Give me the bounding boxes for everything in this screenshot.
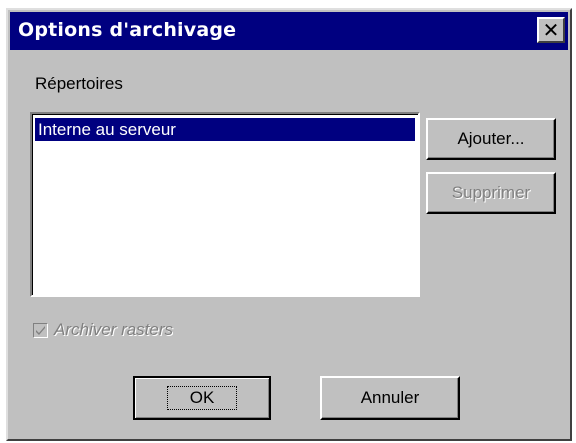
checkmark-icon (36, 325, 45, 335)
add-button-label: Ajouter... (457, 129, 525, 148)
directories-label: Répertoires (35, 74, 123, 93)
remove-button-label: Supprimer (451, 183, 531, 202)
add-button[interactable]: Ajouter... (426, 118, 556, 160)
dialog-title: Options d'archivage (18, 19, 237, 41)
close-icon: ✕ (542, 18, 560, 42)
archive-rasters-option[interactable]: Archiver rasters (33, 320, 173, 340)
cancel-button[interactable]: Annuler (320, 376, 460, 420)
cancel-button-label: Annuler (360, 388, 420, 407)
close-button[interactable]: ✕ (537, 17, 565, 43)
directories-listbox[interactable]: Interne au serveur (30, 112, 420, 297)
list-item[interactable]: Interne au serveur (35, 118, 415, 141)
archive-rasters-checkbox[interactable] (33, 322, 48, 338)
ok-button[interactable]: OK (133, 376, 271, 420)
archive-options-dialog: Options d'archivage ✕ Répertoires Intern… (6, 8, 572, 441)
title-bar[interactable]: Options d'archivage ✕ (10, 12, 568, 50)
archive-rasters-label: Archiver rasters (54, 320, 174, 339)
remove-button[interactable]: Supprimer (426, 172, 556, 214)
ok-button-label: OK (166, 386, 238, 410)
